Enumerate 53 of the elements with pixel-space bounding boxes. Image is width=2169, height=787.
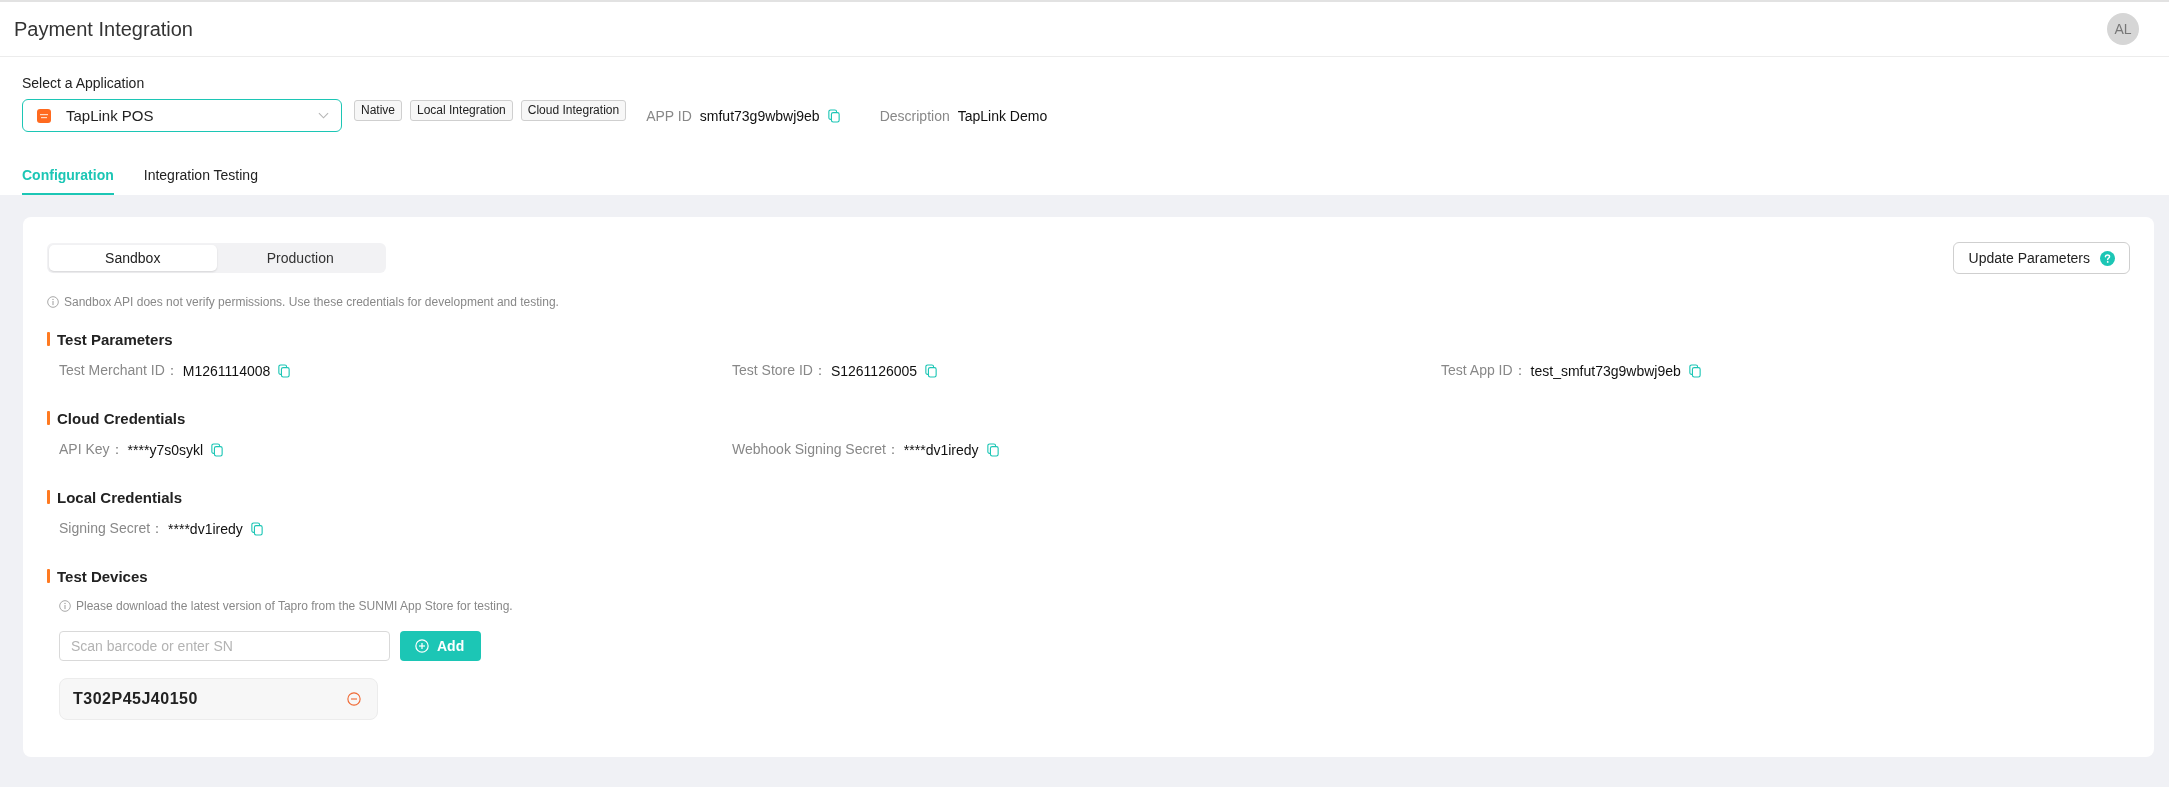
help-icon[interactable] <box>2100 250 2115 266</box>
page-title: Payment Integration <box>14 17 193 41</box>
app-id-value: smfut73g9wbwj9eb <box>699 107 820 124</box>
section-marker-icon <box>47 569 50 583</box>
section-title: Test Parameters <box>57 330 173 348</box>
app-id-label: APP ID <box>646 107 692 124</box>
application-dropdown[interactable]: TapLink POS <box>22 99 342 132</box>
integration-tag: Cloud Integration <box>520 100 627 121</box>
description-label: Description <box>879 107 950 124</box>
remove-icon[interactable] <box>347 692 361 706</box>
field-label: API Key： <box>59 441 124 459</box>
copy-icon[interactable] <box>250 522 263 536</box>
section-title: Test Devices <box>57 567 148 585</box>
serial-number-field[interactable]: Scan barcode or enter SN <box>59 631 390 661</box>
field-value: M1261114008 <box>182 363 271 379</box>
environment-option[interactable]: Production <box>216 245 384 271</box>
devices-note: Please download the latest version of Tapro from the SUNMI App Store for testing. <box>76 598 513 615</box>
field-value: test_smfut73g9wbwj9eb <box>1530 363 1681 379</box>
sandbox-note: Sandbox API does not verify permissions. Use these credentials for development and testing. <box>64 294 559 311</box>
field-label: Test Store ID： <box>732 362 827 380</box>
section-title: Local Credentials <box>57 488 183 506</box>
copy-icon[interactable] <box>986 443 999 457</box>
field-label: Test App ID： <box>1441 362 1527 380</box>
integration-tag: Native <box>354 100 402 121</box>
field-label: Test Merchant ID： <box>59 362 179 380</box>
description-value: TapLink Demo <box>957 107 1048 124</box>
environment-option[interactable]: Sandbox <box>49 245 217 271</box>
tab[interactable]: Integration Testing <box>143 157 258 195</box>
field-value: S1261126005 <box>830 363 918 379</box>
update-parameters-button[interactable]: Update Parameters <box>1952 242 2130 274</box>
section-title: Cloud Credentials <box>57 409 186 427</box>
field-value: ****dv1iredy <box>903 442 979 458</box>
section-marker-icon <box>47 411 50 425</box>
copy-icon[interactable] <box>211 443 224 457</box>
copy-icon[interactable] <box>278 364 291 378</box>
chevron-down-icon <box>318 112 329 119</box>
field-label: Signing Secret： <box>59 520 165 538</box>
info-icon <box>59 600 71 612</box>
section-marker-icon <box>47 490 50 504</box>
application-name: TapLink POS <box>66 107 155 124</box>
select-label: Select a Application <box>22 74 146 93</box>
plus-circle-icon <box>415 639 429 653</box>
field-value: ****dv1iredy <box>168 521 243 537</box>
device-serial: T302P45J40150 <box>73 690 198 708</box>
copy-icon[interactable] <box>925 364 938 378</box>
copy-icon[interactable] <box>1688 364 1701 378</box>
app-logo-icon <box>37 108 51 123</box>
field-label: Webhook Signing Secret： <box>732 441 900 459</box>
info-icon <box>47 296 59 308</box>
integration-tag: Local Integration <box>410 100 513 121</box>
section-marker-icon <box>47 332 50 346</box>
copy-icon[interactable] <box>827 108 840 123</box>
field-value: ****y7s0sykl <box>127 442 204 458</box>
